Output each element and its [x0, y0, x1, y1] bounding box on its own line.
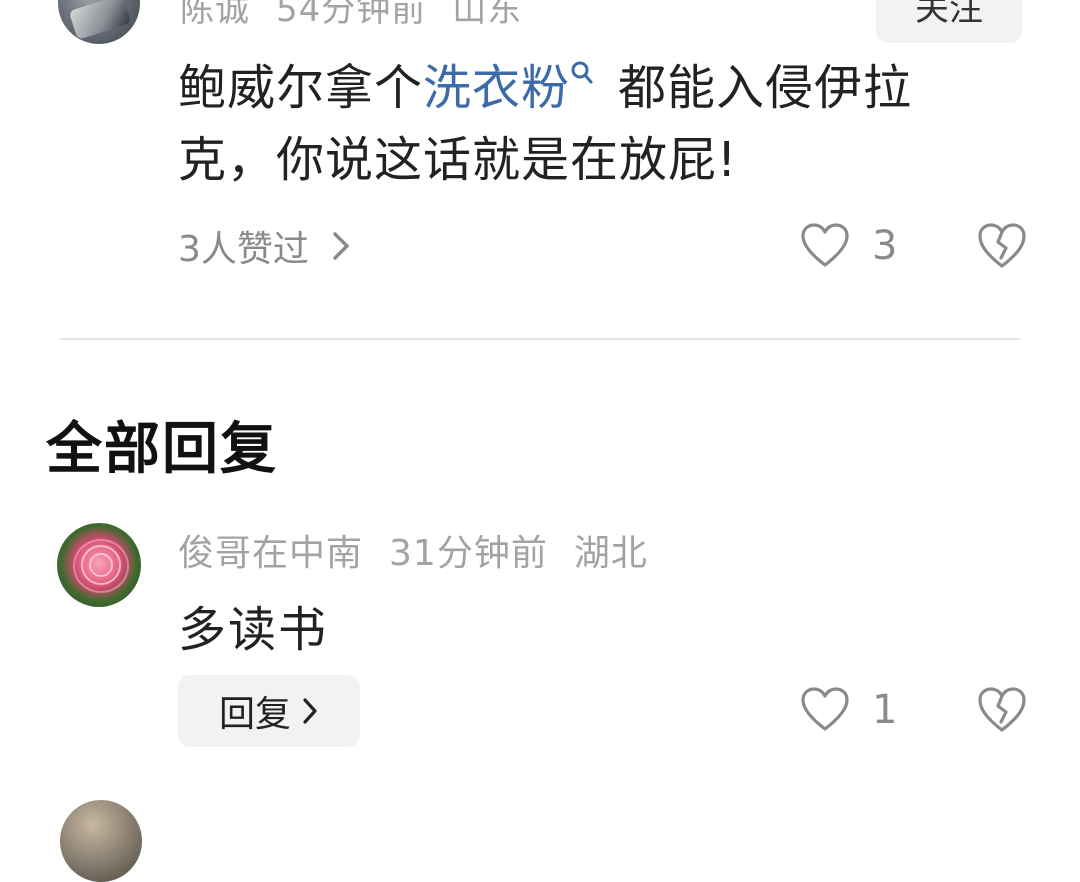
comment-text-before: 鲍威尔拿个: [178, 60, 424, 116]
reply-button-label: 回复: [218, 694, 291, 735]
search-icon[interactable]: [570, 52, 594, 92]
username[interactable]: 陈诚: [180, 0, 250, 30]
avatar[interactable]: [60, 800, 142, 882]
timestamp: 54分钟前: [276, 0, 427, 30]
like-heart-icon[interactable]: [800, 221, 850, 271]
section-title: 全部回复: [46, 417, 278, 482]
like-count: 1: [872, 687, 898, 733]
like-count: 3: [872, 223, 898, 269]
broken-heart-icon[interactable]: [976, 220, 1028, 272]
chevron-right-icon: [303, 698, 317, 724]
comment-meta: 陈诚 54分钟前 山东: [180, 0, 548, 31]
avatar[interactable]: [57, 523, 141, 607]
location: 湖北: [573, 533, 648, 574]
divider: [60, 338, 1020, 340]
liked-by-link[interactable]: 3人赞过: [178, 220, 351, 272]
comment-actions: 3: [800, 220, 1028, 272]
chevron-right-icon: [333, 232, 349, 260]
username[interactable]: 俊哥在中南: [178, 533, 363, 574]
follow-button[interactable]: 关注: [876, 0, 1022, 43]
reply-text: 多读书: [178, 602, 329, 658]
reply-meta: 俊哥在中南 31分钟前 湖北: [178, 524, 674, 576]
broken-heart-icon[interactable]: [976, 684, 1028, 736]
reply-actions: 1: [800, 684, 1028, 736]
reply-button[interactable]: 回复: [178, 675, 360, 747]
location: 山东: [452, 0, 523, 30]
timestamp: 31分钟前: [389, 533, 548, 574]
comment-text: 鲍威尔拿个洗衣粉 都能入侵伊拉克，你说这话就是在放屁!: [178, 52, 1008, 196]
search-link[interactable]: 洗衣粉: [423, 60, 570, 116]
like-heart-icon[interactable]: [800, 685, 850, 735]
avatar[interactable]: [58, 0, 140, 44]
liked-by-label: 3人赞过: [178, 229, 309, 270]
